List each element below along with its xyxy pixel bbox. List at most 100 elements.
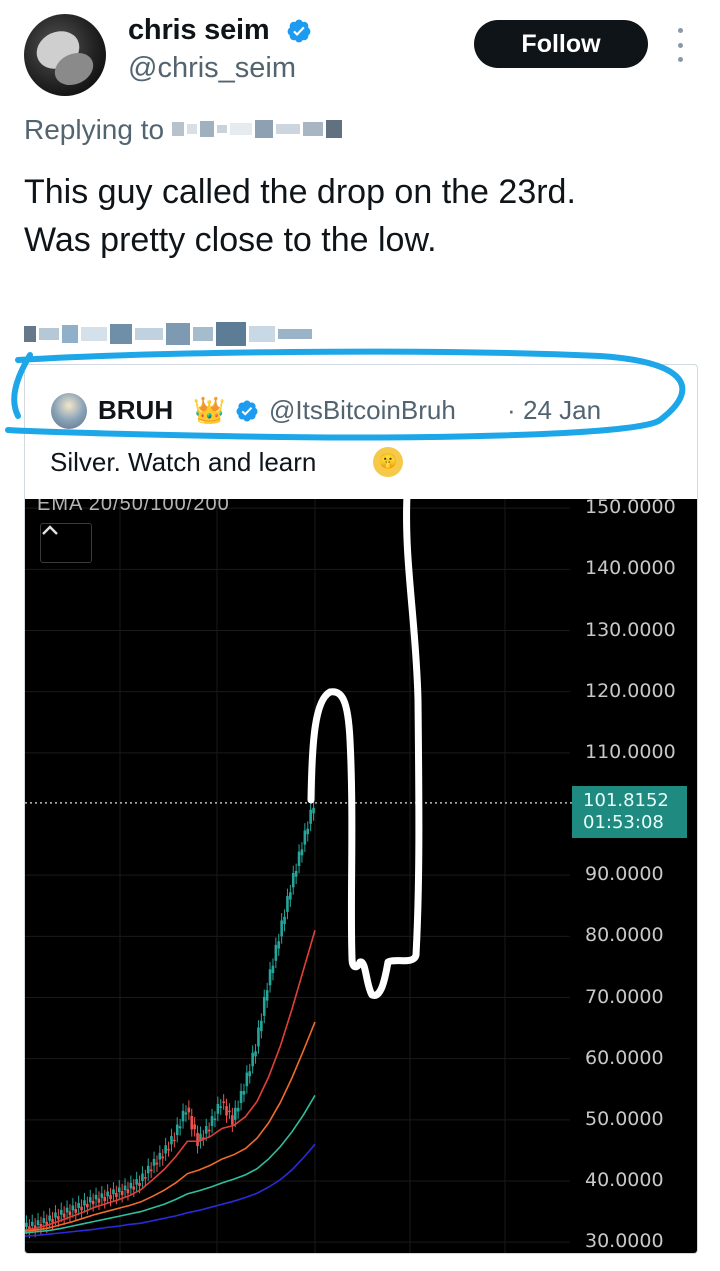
candle-countdown: 01:53:08: [583, 812, 664, 833]
tweet-line-1: This guy called the drop on the 23rd.: [24, 173, 576, 211]
candle-body: [57, 1216, 60, 1220]
candle-body: [239, 1090, 243, 1104]
candle-body: [193, 1124, 196, 1130]
author-avatar[interactable]: [24, 14, 106, 96]
candle-body: [65, 1207, 69, 1213]
candle-body: [30, 1221, 34, 1226]
candle-body: [184, 1112, 188, 1115]
candle-body: [94, 1194, 98, 1200]
collapse-legend-button[interactable]: [40, 523, 92, 563]
more-options-icon[interactable]: [670, 28, 690, 62]
series-line-ema-50: [25, 1021, 316, 1232]
candle-body: [158, 1152, 162, 1160]
candle-body: [36, 1220, 40, 1226]
candle-body: [231, 1115, 234, 1125]
candle-body: [161, 1156, 165, 1159]
y-tick-label: 110.0000: [585, 740, 676, 763]
candle-body: [120, 1191, 124, 1196]
candle-body: [187, 1107, 191, 1113]
candle-body: [260, 1020, 263, 1032]
candle-body: [103, 1197, 107, 1202]
candle-body: [71, 1205, 75, 1211]
y-tick-label: 80.0000: [585, 924, 664, 947]
candle-body: [25, 1222, 28, 1227]
candle-body: [141, 1173, 144, 1181]
candle-body: [277, 941, 281, 949]
candle-body: [312, 807, 315, 814]
quoted-author-name[interactable]: BRUH: [98, 395, 173, 426]
candle-body: [219, 1106, 223, 1108]
y-tick-label: 40.0000: [585, 1168, 664, 1191]
candle-body: [100, 1193, 104, 1198]
candle-body: [210, 1116, 214, 1126]
candle-body: [289, 892, 292, 900]
candle-body: [48, 1215, 51, 1221]
y-tick-label: 140.0000: [585, 557, 676, 580]
quoted-date[interactable]: 24 Jan: [523, 395, 601, 426]
candle-body: [294, 870, 298, 877]
candle-body: [129, 1182, 133, 1189]
redacted-reply-target[interactable]: [172, 120, 342, 138]
candle-body: [268, 969, 272, 986]
series-line-ema-100: [25, 1094, 316, 1234]
candle-body: [283, 916, 286, 925]
candle-body: [248, 1071, 252, 1077]
quoted-tweet-card[interactable]: BRUH 👑 @ItsBitcoinBruh · 24 Jan Silver. …: [24, 364, 698, 1254]
y-tick-label: 150.0000: [585, 499, 676, 519]
replying-to-label: Replying to: [24, 114, 165, 145]
author-name[interactable]: chris seim: [128, 14, 270, 47]
candle-body: [236, 1107, 240, 1112]
candle-body: [242, 1091, 246, 1095]
chevron-up-icon: [42, 525, 58, 535]
candle-body: [88, 1197, 92, 1203]
candle-body: [254, 1051, 257, 1057]
candle-body: [155, 1162, 159, 1165]
ema-legend-label: EMA 20/50/100/200: [37, 499, 230, 515]
candle-body: [274, 944, 278, 961]
candle-body: [271, 965, 275, 974]
verified-badge-icon: [287, 19, 311, 43]
candle-body: [80, 1206, 83, 1211]
tweet-line-2: Was pretty close to the low.: [24, 221, 437, 259]
redacted-quote-header: [24, 322, 312, 346]
candle-body: [222, 1101, 225, 1103]
candle-body: [77, 1203, 80, 1208]
candle-body: [207, 1129, 211, 1132]
candle-body: [152, 1158, 156, 1166]
y-tick-label: 30.0000: [585, 1230, 664, 1253]
quoted-author-avatar[interactable]: [51, 393, 87, 429]
candle-body: [42, 1218, 46, 1223]
y-tick-label: 90.0000: [585, 863, 664, 886]
quoted-author-handle[interactable]: @ItsBitcoinBruh: [269, 395, 456, 426]
tweet-page: chris seim @chris_seim Follow Replying t…: [0, 0, 720, 1271]
candle-body: [62, 1213, 66, 1218]
shushing-face-icon: 🤫: [373, 447, 403, 477]
candle-body: [132, 1186, 136, 1190]
price-chart[interactable]: EMA 20/50/100/200 150.0000 140.0000 130.00…: [25, 499, 697, 1253]
candle-body: [59, 1209, 63, 1215]
follow-button[interactable]: Follow: [474, 20, 648, 68]
candle-body: [309, 809, 312, 824]
candle-body: [97, 1198, 101, 1203]
candle-body: [138, 1182, 141, 1186]
candle-body: [181, 1110, 185, 1122]
candle-body: [225, 1106, 228, 1116]
candle-body: [135, 1179, 138, 1185]
crown-emoji: 👑: [193, 395, 226, 425]
candle-body: [117, 1187, 121, 1193]
candle-body: [196, 1132, 199, 1147]
candle-body: [74, 1209, 78, 1213]
candle-body: [291, 873, 295, 888]
author-handle[interactable]: @chris_seim: [128, 52, 296, 85]
candle-body: [300, 849, 304, 856]
quoted-text: Silver. Watch and learn: [50, 447, 317, 477]
candle-body: [251, 1052, 254, 1067]
candle-body: [167, 1148, 170, 1151]
candle-body: [257, 1027, 260, 1047]
candle-body: [164, 1145, 167, 1154]
candle-body: [91, 1200, 95, 1205]
candle-body: [303, 830, 307, 845]
candle-body: [149, 1169, 153, 1172]
y-tick-label: 70.0000: [585, 985, 664, 1008]
candle-body: [245, 1072, 249, 1087]
